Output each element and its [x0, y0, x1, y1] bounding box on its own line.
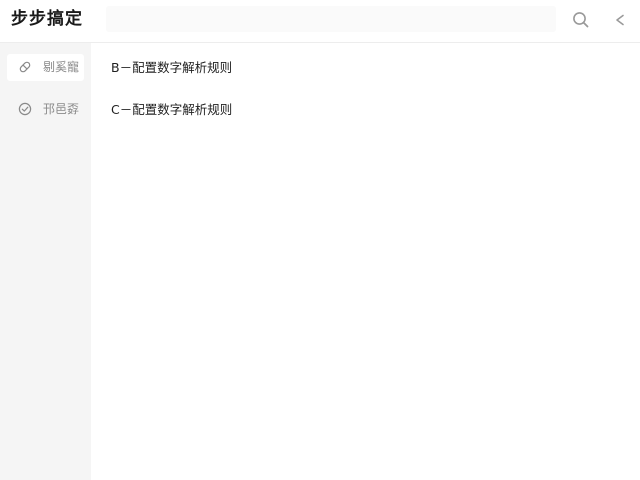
top-header: 步步搞定 — [0, 0, 640, 43]
sidebar-item-label: 邘邑孬 — [43, 102, 80, 116]
app-window: 步步搞定 剔奚寵 邘邑孬 B－配置数字解析规则 C－配置数字解析规则 — [0, 0, 640, 480]
sidebar-item-label: 剔奚寵 — [43, 60, 80, 74]
search-icon — [573, 12, 589, 28]
chevron-left-icon — [616, 14, 624, 26]
list-item[interactable]: B－配置数字解析规则 — [111, 58, 611, 78]
list-item[interactable]: C－配置数字解析规则 — [111, 100, 611, 120]
collapse-button[interactable] — [612, 12, 628, 28]
sidebar-item-second[interactable]: 邘邑孬 — [7, 96, 84, 123]
sidebar-item-first[interactable]: 剔奚寵 — [7, 54, 84, 81]
main-content: B－配置数字解析规则 C－配置数字解析规则 — [91, 43, 640, 480]
sidebar: 剔奚寵 邘邑孬 — [0, 43, 91, 480]
pill-icon — [19, 61, 31, 73]
app-title: 步步搞定 — [11, 9, 83, 29]
search-input[interactable] — [106, 6, 556, 32]
check-circle-icon — [18, 102, 32, 116]
search-button[interactable] — [572, 11, 590, 29]
